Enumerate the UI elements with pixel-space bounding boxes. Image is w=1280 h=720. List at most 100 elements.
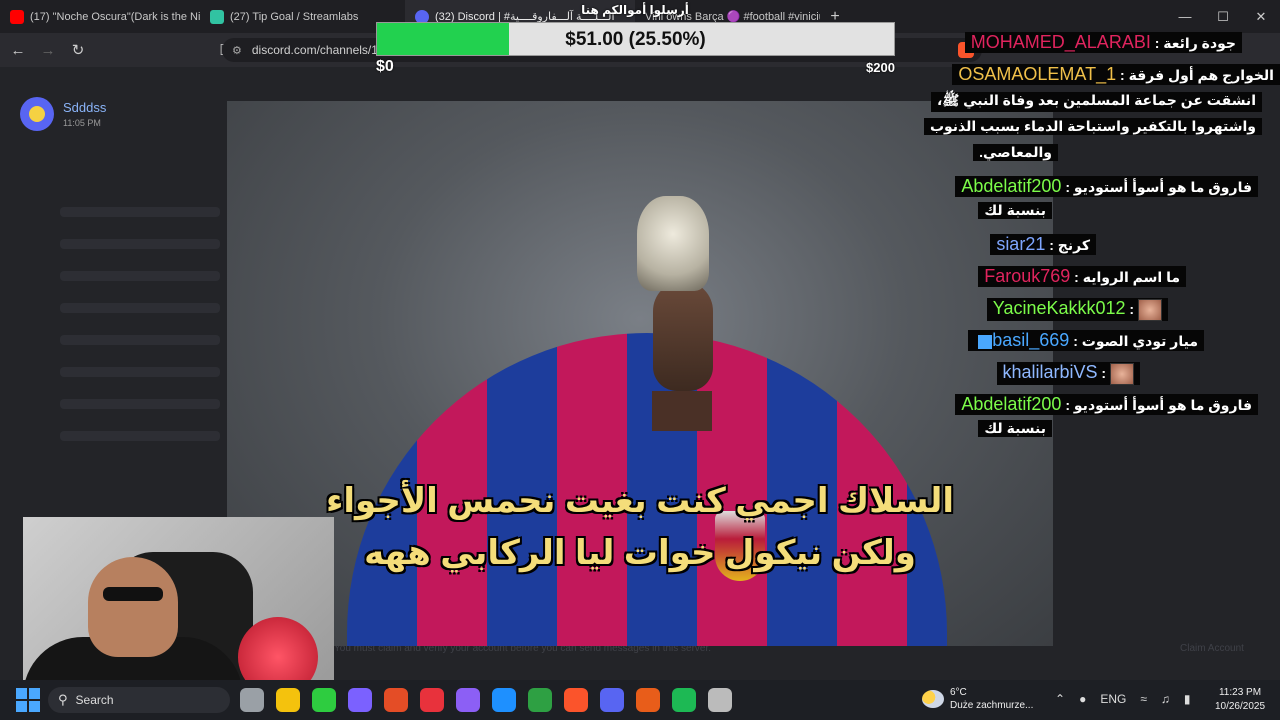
forward-icon[interactable]: →	[36, 42, 60, 59]
maximize-button[interactable]: ☐	[1204, 0, 1242, 33]
taskbar-app-icon[interactable]	[528, 688, 552, 712]
chat-text: الخوارج هم أول فرقة	[1128, 67, 1274, 83]
chat-text: فاروق ما هو أسوأ أستوديو	[1073, 397, 1252, 413]
taskbar-app-icon[interactable]	[312, 688, 336, 712]
subtitle-line-1: السلاك اجمي كنت بغيت نحمس الأجواء	[325, 482, 954, 520]
taskbar-app-icon[interactable]	[600, 688, 624, 712]
chat-username: siar21	[996, 234, 1046, 254]
volume-icon[interactable]: ♫	[1161, 692, 1170, 706]
chat-separator: :	[1125, 301, 1138, 317]
weather-widget[interactable]: 6°C Duże zachmurze...	[922, 686, 1033, 712]
close-button[interactable]: ✕	[1242, 0, 1280, 33]
back-icon[interactable]: ←	[6, 42, 30, 59]
player-neck-image	[652, 391, 712, 431]
sidebar-line	[60, 207, 220, 217]
url-text: discord.com/channels/1	[251, 43, 378, 57]
player-head-image	[653, 281, 713, 391]
system-clock[interactable]: 11:23 PM 10/26/2025	[1206, 686, 1274, 714]
reload-icon[interactable]: ↻	[66, 41, 90, 59]
user-avatar[interactable]	[20, 97, 54, 131]
chat-message-continued: بنسبة لك	[978, 420, 1052, 437]
chat-message: ميار تودي الصوت : basil_669	[968, 330, 1204, 351]
window-controls: — ☐ ✕	[1166, 0, 1280, 33]
sidebar-line	[60, 239, 220, 249]
battery-icon[interactable]: ▮	[1184, 692, 1191, 706]
chat-message-continued: والمعاصي.	[973, 144, 1058, 161]
goal-progress-text: $51.00 (25.50%)	[565, 29, 706, 50]
badge-icon	[978, 335, 993, 350]
taskbar-app-icon[interactable]	[348, 688, 372, 712]
sidebar-line	[60, 431, 220, 441]
partly-cloudy-icon	[922, 690, 944, 708]
tab-youtube[interactable]: (17) "Noche Oscura"(Dark is the Nigh	[0, 0, 200, 33]
chat-message: ما اسم الروايه : Farouk769	[978, 266, 1186, 287]
chat-username: MOHAMED_ALARABI	[970, 32, 1151, 52]
player-hair-image	[637, 196, 709, 291]
taskbar-app-icon[interactable]	[636, 688, 660, 712]
chat-separator: :	[1097, 365, 1110, 381]
chat-separator: :	[1070, 269, 1083, 285]
taskbar-app-icon[interactable]	[708, 688, 732, 712]
screen: Sdddss 11:05 PM You must claim and verif…	[0, 0, 1280, 720]
chat-username: basil_669	[992, 330, 1070, 350]
chat-message: الخوارج هم أول فرقة : OSAMAOLEMAT_1	[952, 64, 1280, 85]
weather-desc: Duże zachmurze...	[950, 700, 1034, 711]
chat-text: ما اسم الروايه	[1082, 269, 1180, 285]
message-timestamp: 11:05 PM	[63, 118, 101, 128]
taskbar-app-icon[interactable]	[564, 688, 588, 712]
chat-separator: :	[1150, 35, 1164, 51]
chevron-up-icon[interactable]: ⌃	[1055, 692, 1065, 706]
sidebar-line	[60, 271, 220, 281]
site-info-icon[interactable]: ⚙	[232, 44, 242, 57]
taskbar-app-icon[interactable]	[456, 688, 480, 712]
language-indicator[interactable]: ENG	[1100, 692, 1126, 706]
system-tray: ⌃ ● ENG ≈ ♫ ▮	[1055, 692, 1191, 706]
goal-min-label: $0	[376, 58, 394, 75]
emote-face-icon	[1138, 299, 1162, 322]
sidebar-line	[60, 335, 220, 345]
clock-date: 10/26/2025	[1214, 701, 1266, 712]
tab-label: (27) Tip Goal / Streamlabs	[230, 10, 359, 23]
tip-goal-bar: $51.00 (25.50%)	[376, 22, 895, 56]
chat-message: : khalilarbiVS	[996, 362, 1140, 386]
taskbar-app-icon[interactable]	[420, 688, 444, 712]
video-player[interactable]: السلاك اجمي كنت بغيت نحمس الأجواء ولكن ن…	[227, 101, 1053, 646]
chat-message-continued: واشتهروا بالتكفير واستباحة الدماء بسبب ا…	[923, 118, 1262, 135]
goal-max-label: $200	[866, 60, 895, 75]
microphone-icon[interactable]: ●	[1079, 692, 1086, 706]
youtube-icon	[10, 9, 24, 24]
search-label: Search	[75, 693, 114, 707]
chat-message-continued: انشقت عن جماعة المسلمين بعد وفاة النبي ﷺ…	[931, 92, 1262, 112]
chat-message: جودة رائعة : MOHAMED_ALARABI	[964, 32, 1242, 53]
wifi-icon[interactable]: ≈	[1140, 692, 1147, 706]
minimize-button[interactable]: —	[1166, 0, 1204, 33]
taskbar-app-icon[interactable]	[240, 688, 264, 712]
chat-message: فاروق ما هو أسوأ أستوديو : Abdelatif200	[955, 176, 1258, 197]
subtitle-line-2: ولكن نيكول خوات ليا الركابي ههه	[364, 534, 916, 572]
tab-streamlabs[interactable]: (27) Tip Goal / Streamlabs	[200, 0, 405, 33]
stream-chat-overlay: جودة رائعة : MOHAMED_ALARABI الخوارج هم …	[923, 32, 1280, 680]
taskbar-app-icon[interactable]	[276, 688, 300, 712]
taskbar-app-icon[interactable]	[672, 688, 696, 712]
chat-separator: :	[1116, 67, 1129, 83]
chat-message-continued: بنسبة لك	[978, 202, 1052, 219]
search-icon: ⚲	[58, 692, 68, 707]
chat-username: Abdelatif200	[961, 176, 1062, 196]
windows-start-icon[interactable]	[16, 688, 40, 712]
emote-face-icon	[1110, 363, 1134, 386]
taskbar-app-icon[interactable]	[384, 688, 408, 712]
tab-label: (17) "Noche Oscura"(Dark is the Nigh	[30, 10, 200, 23]
taskbar-apps	[240, 688, 732, 712]
taskbar-search[interactable]: ⚲ Search	[48, 687, 230, 713]
chat-separator: :	[1045, 237, 1058, 253]
sidebar-line	[60, 399, 220, 409]
chat-text: فاروق ما هو أسوأ أستوديو	[1073, 179, 1252, 195]
chat-username: khalilarbiVS	[1002, 362, 1098, 382]
taskbar-app-icon[interactable]	[492, 688, 516, 712]
chat-text: جودة رائعة	[1163, 35, 1236, 51]
clock-time: 11:23 PM	[1218, 687, 1262, 698]
chat-message: فاروق ما هو أسوأ أستوديو : Abdelatif200	[955, 394, 1258, 415]
webcam-overlay	[23, 517, 334, 687]
streamer-face-image	[88, 557, 178, 657]
message-username[interactable]: Sdddss	[63, 100, 106, 115]
